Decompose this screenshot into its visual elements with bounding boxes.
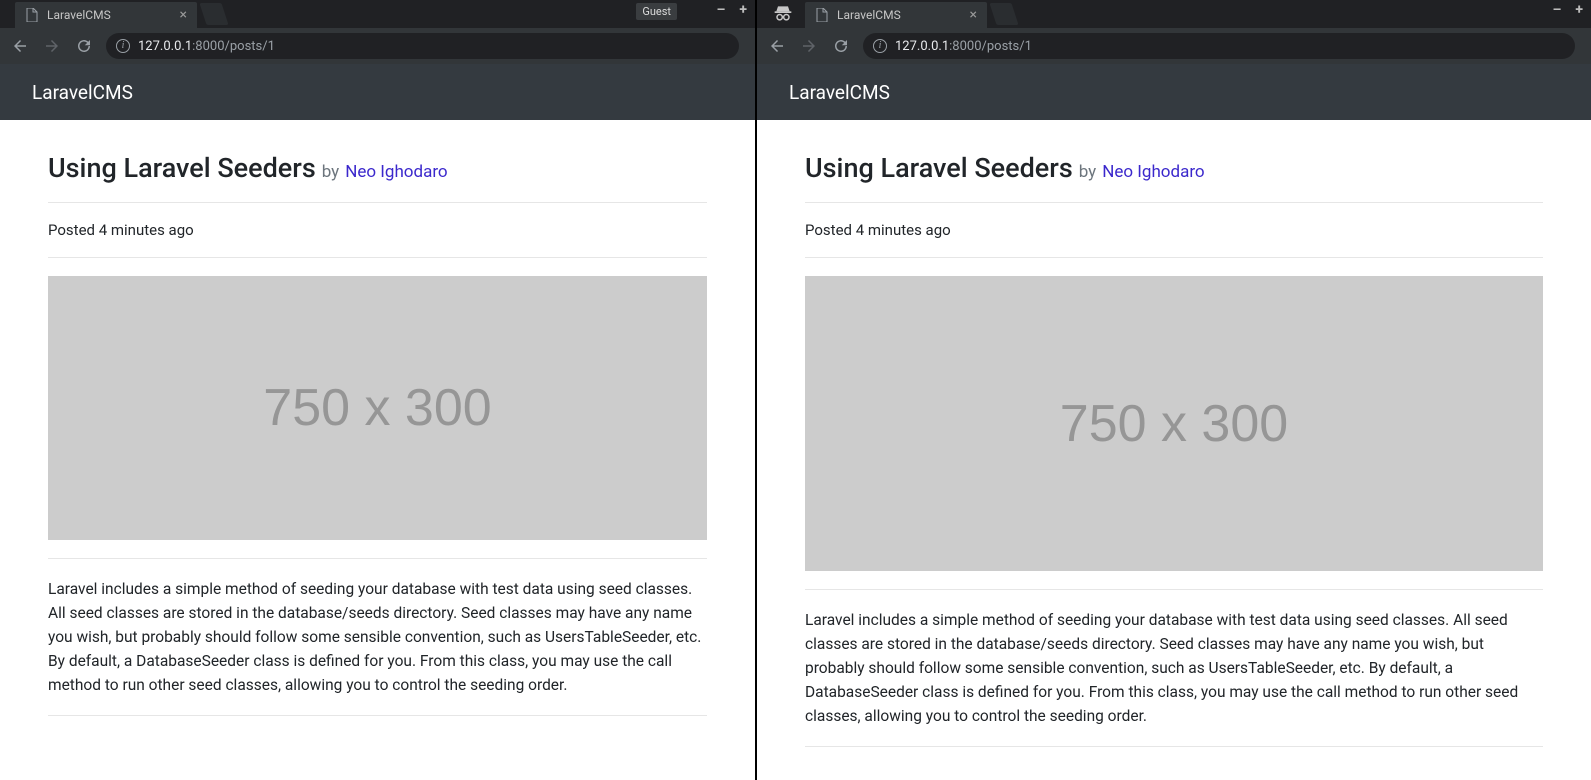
address-bar[interactable]: i 127.0.0.1:8000/posts/1: [106, 33, 739, 59]
browser-window-left: LaravelCMS × Guest – + i 127.0.0.1:8000/…: [0, 0, 757, 780]
page-icon: [815, 8, 829, 22]
app-navbar: LaravelCMS: [0, 64, 755, 120]
app-brand[interactable]: LaravelCMS: [789, 81, 890, 104]
browser-tab[interactable]: LaravelCMS ×: [805, 2, 987, 28]
divider: [48, 202, 707, 203]
post-image-placeholder: 750 x 300: [48, 276, 707, 540]
new-tab-button[interactable]: [199, 3, 228, 25]
post-title: Using Laravel Seeders: [48, 152, 316, 184]
tab-bar: LaravelCMS × – +: [757, 0, 1591, 28]
app-brand[interactable]: LaravelCMS: [32, 81, 133, 104]
post-body: Laravel includes a simple method of seed…: [805, 608, 1543, 728]
app-navbar: LaravelCMS: [757, 64, 1591, 120]
close-tab-icon[interactable]: ×: [180, 8, 187, 22]
url-text: 127.0.0.1:8000/posts/1: [138, 39, 275, 54]
maximize-icon[interactable]: +: [739, 2, 747, 18]
back-button[interactable]: [767, 36, 787, 56]
browser-window-right: LaravelCMS × – + i 127.0.0.1:8000/posts/…: [757, 0, 1591, 780]
divider: [48, 715, 707, 716]
minimize-icon[interactable]: –: [717, 2, 726, 18]
page-content: Using Laravel Seeders by Neo Ighodaro Po…: [757, 120, 1591, 780]
reload-button[interactable]: [831, 36, 851, 56]
author-link[interactable]: Neo Ighodaro: [345, 162, 447, 182]
maximize-icon[interactable]: +: [1575, 2, 1583, 18]
close-tab-icon[interactable]: ×: [970, 8, 977, 22]
address-bar[interactable]: i 127.0.0.1:8000/posts/1: [863, 33, 1575, 59]
divider: [805, 257, 1543, 258]
site-info-icon[interactable]: i: [116, 39, 130, 53]
by-label: by: [322, 162, 340, 182]
divider: [805, 589, 1543, 590]
post-header: Using Laravel Seeders by Neo Ighodaro: [48, 152, 707, 184]
tab-bar: LaravelCMS × Guest – +: [0, 0, 755, 28]
minimize-icon[interactable]: –: [1553, 2, 1562, 18]
back-button[interactable]: [10, 36, 30, 56]
post-header: Using Laravel Seeders by Neo Ighodaro: [805, 152, 1543, 184]
window-controls: – +: [717, 2, 747, 18]
posted-time: Posted 4 minutes ago: [805, 221, 1543, 239]
page-icon: [25, 8, 39, 22]
by-label: by: [1079, 162, 1097, 182]
tab-title: LaravelCMS: [837, 8, 962, 22]
window-controls: – +: [1553, 2, 1583, 18]
profile-badge-guest[interactable]: Guest: [636, 3, 677, 20]
new-tab-button[interactable]: [989, 3, 1018, 25]
browser-toolbar: i 127.0.0.1:8000/posts/1: [757, 28, 1591, 64]
post-title: Using Laravel Seeders: [805, 152, 1073, 184]
reload-button[interactable]: [74, 36, 94, 56]
divider: [48, 257, 707, 258]
incognito-icon: [773, 4, 793, 26]
divider: [805, 746, 1543, 747]
posted-time: Posted 4 minutes ago: [48, 221, 707, 239]
forward-button[interactable]: [42, 36, 62, 56]
site-info-icon[interactable]: i: [873, 39, 887, 53]
author-link[interactable]: Neo Ighodaro: [1102, 162, 1204, 182]
forward-button[interactable]: [799, 36, 819, 56]
tab-title: LaravelCMS: [47, 8, 172, 22]
divider: [805, 202, 1543, 203]
browser-toolbar: i 127.0.0.1:8000/posts/1: [0, 28, 755, 64]
browser-tab[interactable]: LaravelCMS ×: [15, 2, 197, 28]
post-image-placeholder: 750 x 300: [805, 276, 1543, 571]
divider: [48, 558, 707, 559]
url-text: 127.0.0.1:8000/posts/1: [895, 39, 1032, 54]
page-content: Using Laravel Seeders by Neo Ighodaro Po…: [0, 120, 755, 780]
post-body: Laravel includes a simple method of seed…: [48, 577, 707, 697]
